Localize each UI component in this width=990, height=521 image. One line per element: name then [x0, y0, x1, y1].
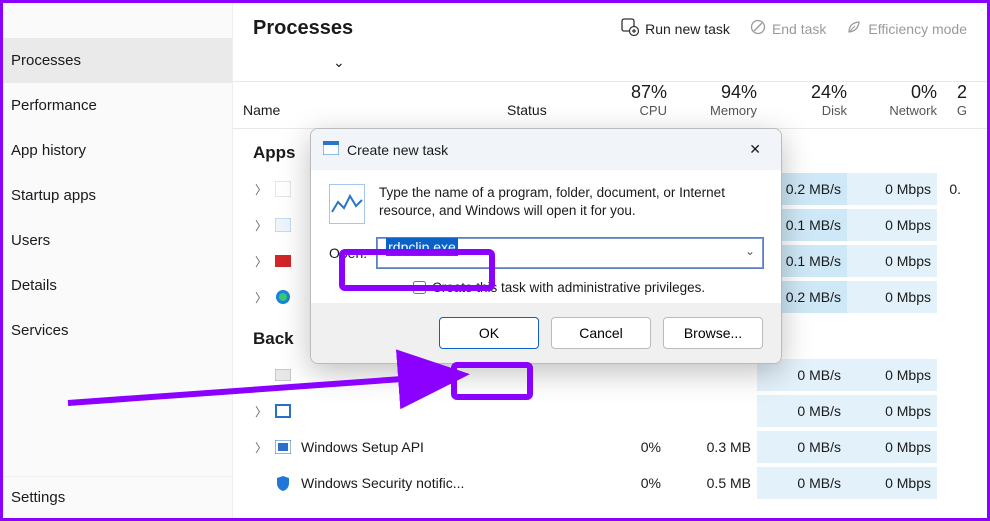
app-icon — [273, 251, 293, 271]
process-row[interactable]: Windows Security notific... 0% 0.5 MB 0 … — [233, 465, 987, 501]
leaf-icon — [846, 19, 862, 38]
column-network[interactable]: 0%Network — [847, 82, 937, 118]
dialog-titlebar[interactable]: Create new task ✕ — [311, 129, 781, 170]
app-icon — [273, 215, 293, 235]
open-input[interactable]: rdpclip.exe — [377, 238, 763, 268]
column-memory[interactable]: 94%Memory — [667, 82, 757, 118]
expand-icon[interactable]: 〉 — [255, 181, 269, 198]
run-task-icon — [621, 18, 639, 39]
sidebar-item-startup-apps[interactable]: Startup apps — [3, 173, 232, 218]
shield-icon — [273, 473, 293, 493]
dialog-description: Type the name of a program, folder, docu… — [379, 184, 763, 224]
process-name: Windows Security notific... — [301, 475, 507, 491]
open-label: Open: — [329, 245, 367, 261]
create-new-task-dialog: Create new task ✕ Type the name of a pro… — [310, 128, 782, 364]
admin-checkbox[interactable] — [413, 281, 426, 294]
run-new-task-button[interactable]: Run new task — [621, 18, 730, 39]
process-row[interactable]: 〉 Windows Setup API 0% 0.3 MB 0 MB/s 0 M… — [233, 429, 987, 465]
expand-icon[interactable]: 〉 — [255, 403, 269, 420]
sidebar-item-details[interactable]: Details — [3, 263, 232, 308]
expand-icon[interactable]: 〉 — [255, 217, 269, 234]
app-icon — [273, 401, 293, 421]
end-task-button: End task — [750, 19, 826, 38]
cancel-button[interactable]: Cancel — [551, 317, 651, 349]
column-status[interactable]: Status — [507, 102, 577, 118]
app-icon — [273, 437, 293, 457]
column-name[interactable]: Name — [243, 102, 507, 118]
column-gpu[interactable]: 2G — [937, 82, 967, 118]
efficiency-mode-button: Efficiency mode — [846, 19, 967, 38]
sidebar-item-services[interactable]: Services — [3, 308, 232, 353]
app-icon — [273, 179, 293, 199]
sort-chevron-icon[interactable]: ⌄ — [333, 54, 345, 71]
page-title: Processes — [253, 17, 353, 40]
dialog-title-text: Create new task — [347, 142, 448, 158]
browse-button[interactable]: Browse... — [663, 317, 763, 349]
expand-icon[interactable]: 〉 — [255, 289, 269, 306]
edge-icon — [273, 287, 293, 307]
columns-header: ⌄ — [233, 54, 987, 82]
sidebar-item-app-history[interactable]: App history — [3, 128, 232, 173]
column-cpu[interactable]: 87%CPU — [577, 82, 667, 118]
expand-icon[interactable]: 〉 — [255, 253, 269, 270]
ok-button[interactable]: OK — [439, 317, 539, 349]
window-icon — [323, 141, 339, 158]
expand-icon[interactable]: 〉 — [255, 439, 269, 456]
sidebar-item-users[interactable]: Users — [3, 218, 232, 263]
column-disk[interactable]: 24%Disk — [757, 82, 847, 118]
sidebar: Processes Performance App history Startu… — [3, 3, 233, 518]
process-name: Windows Setup API — [301, 439, 507, 455]
process-row[interactable]: 〉 0 MB/s 0 Mbps — [233, 393, 987, 429]
sidebar-item-settings[interactable]: Settings — [3, 476, 232, 518]
app-icon — [273, 365, 293, 385]
sidebar-item-performance[interactable]: Performance — [3, 83, 232, 128]
run-icon — [329, 184, 365, 224]
sidebar-item-processes[interactable]: Processes — [3, 38, 232, 83]
end-task-icon — [750, 19, 766, 38]
admin-checkbox-label: Create this task with administrative pri… — [432, 280, 705, 295]
close-button[interactable]: ✕ — [741, 137, 769, 162]
